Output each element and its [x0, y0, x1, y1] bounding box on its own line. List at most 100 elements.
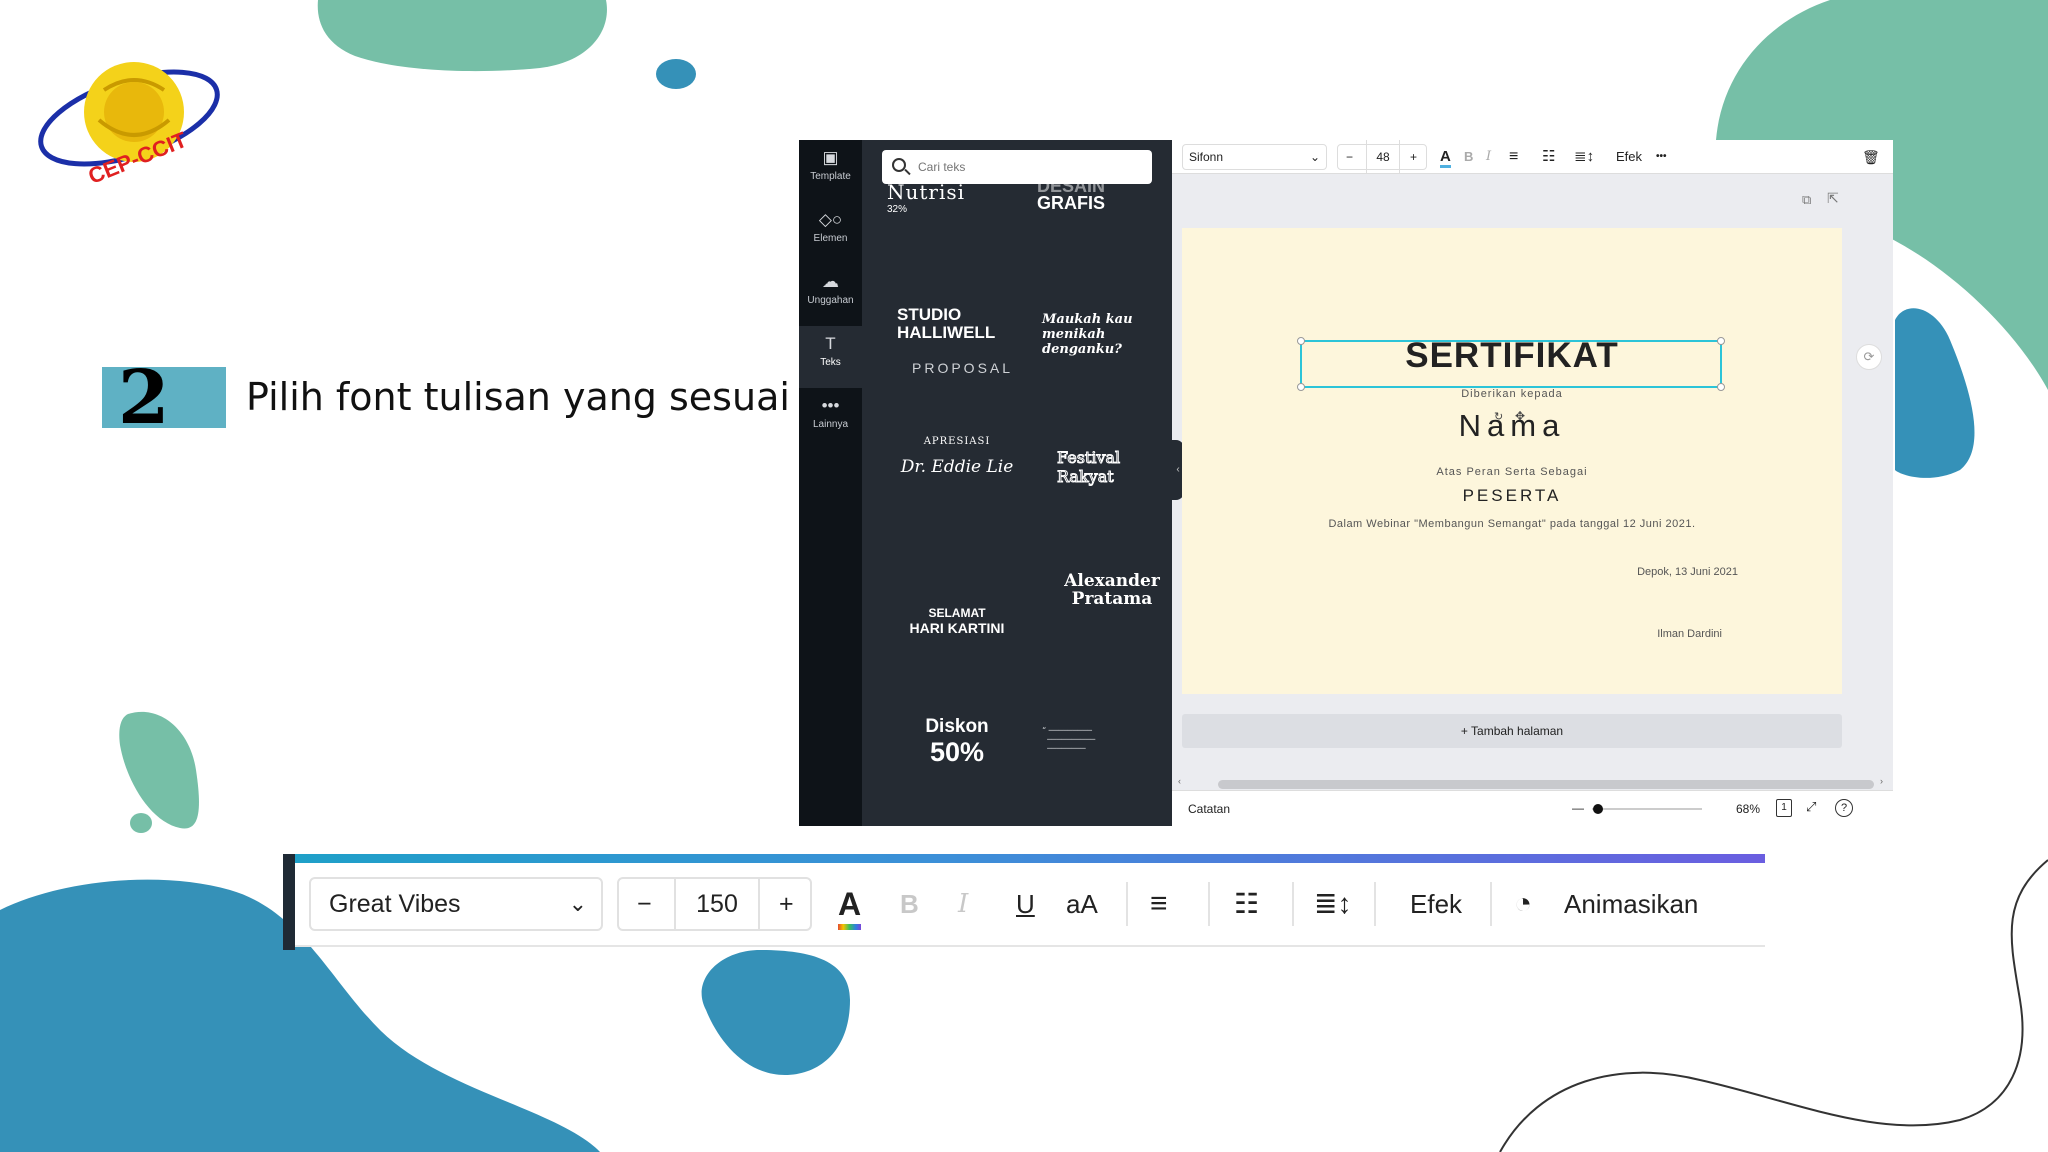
- text-panel: Nutrisi 32% DESAIN GRAFIS STUDIO HALLIWE…: [862, 140, 1172, 826]
- zoom-slider-knob[interactable]: [1593, 804, 1603, 814]
- horizontal-scrollbar[interactable]: [1218, 780, 1874, 789]
- resize-handle[interactable]: [1717, 383, 1725, 391]
- tile-subtitle: Dr. Eddie Lie: [900, 457, 1014, 477]
- text-template-kartini[interactable]: SELAMAT HARI KARTINI: [887, 606, 1027, 636]
- tile-subtitle: 32%: [887, 204, 908, 215]
- tile-subtitle: Pratama: [1071, 589, 1153, 609]
- cloud-upload-icon: ☁: [822, 272, 839, 291]
- teal-dot-left: [130, 813, 152, 833]
- zoom-minus-icon[interactable]: —: [1572, 801, 1584, 815]
- zoom-increase-size-button[interactable]: +: [779, 879, 794, 929]
- search-input[interactable]: [918, 156, 1138, 178]
- decrease-size-button[interactable]: −: [1346, 140, 1353, 174]
- scroll-right-icon[interactable]: ›: [1880, 776, 1883, 786]
- text-template-nutrisi[interactable]: Nutrisi 32%: [887, 180, 1027, 215]
- zoom-effects-button[interactable]: Efek: [1410, 877, 1462, 931]
- toolbar-divider: [1490, 882, 1492, 926]
- move-icon[interactable]: ✥: [1515, 409, 1525, 423]
- zoom-text-color-button[interactable]: A: [838, 877, 862, 931]
- resize-handle[interactable]: [1297, 383, 1305, 391]
- text-template-studio[interactable]: STUDIO HALLIWELL PROPOSAL: [897, 306, 1037, 377]
- zoom-decrease-size-button[interactable]: −: [637, 879, 652, 929]
- help-button[interactable]: ?: [1835, 799, 1853, 817]
- rail-label: Teks: [820, 357, 841, 368]
- rail-item-teks[interactable]: T Teks: [799, 326, 862, 388]
- zoom-slider[interactable]: [1592, 808, 1702, 810]
- increase-size-button[interactable]: +: [1410, 140, 1417, 174]
- italic-button[interactable]: I: [1486, 140, 1491, 174]
- rail-item-lainnya[interactable]: ••• Lainnya: [799, 388, 862, 450]
- more-options-button[interactable]: •••: [1656, 140, 1667, 174]
- search-bar[interactable]: [882, 150, 1152, 184]
- rotate-icon[interactable]: ↻: [1494, 410, 1503, 423]
- zoom-font-size-stepper[interactable]: − 150 +: [617, 877, 812, 931]
- spacing-icon[interactable]: ≣↕: [1314, 877, 1351, 931]
- zoom-case-button[interactable]: aA: [1066, 877, 1098, 931]
- text-template-apresiasi[interactable]: APRESIASI Dr. Eddie Lie: [887, 436, 1027, 477]
- page-count-button[interactable]: 1: [1776, 799, 1792, 817]
- small-blue-dot: [656, 59, 696, 89]
- certificate-page[interactable]: SERTIFIKAT Diberikan kepada Nama Atas Pe…: [1182, 228, 1842, 694]
- rail-item-unggahan[interactable]: ☁ Unggahan: [799, 264, 862, 326]
- text-template-diskon[interactable]: Diskon 50%: [887, 716, 1027, 766]
- list-icon[interactable]: ☷: [1234, 877, 1259, 931]
- recipient-name[interactable]: Nama: [1182, 408, 1842, 444]
- effects-button[interactable]: Efek: [1616, 140, 1642, 174]
- zoom-font-size-value[interactable]: 150: [674, 879, 760, 929]
- align-center-icon[interactable]: ≡: [1509, 140, 1518, 174]
- design-area: Sifonn ⌄ − 48 + A B I ≡ ☷ ≣↕ Efek ••• 🗑 …: [1172, 140, 1893, 826]
- text-template-festival[interactable]: Festival Rakyat: [1057, 448, 1172, 487]
- zoom-bold-button[interactable]: B: [900, 877, 919, 931]
- text-color-button[interactable]: A: [1440, 140, 1451, 174]
- font-size-stepper[interactable]: − 48 +: [1337, 140, 1427, 174]
- text-color-icon: A: [838, 884, 862, 930]
- given-to-label: Diberikan kepada: [1461, 388, 1563, 400]
- font-size-value[interactable]: 48: [1366, 140, 1400, 174]
- signer-name: Ilman Dardini: [1657, 628, 1722, 640]
- notes-button[interactable]: Catatan: [1188, 802, 1230, 816]
- tile-title: Diskon: [925, 716, 989, 737]
- add-page-button[interactable]: + Tambah halaman: [1182, 714, 1842, 748]
- tile-caption: PROPOSAL: [912, 360, 1014, 376]
- trash-icon[interactable]: 🗑: [1862, 140, 1880, 174]
- tile-quote-lines: “ ───────── ────────── ────────: [1042, 726, 1096, 753]
- resize-handle[interactable]: [1297, 337, 1305, 345]
- text-color-icon: A: [1440, 148, 1451, 168]
- zoom-italic-button[interactable]: I: [958, 877, 968, 931]
- chevron-down-icon: ⌄: [1309, 150, 1320, 164]
- bold-button[interactable]: B: [1464, 140, 1473, 174]
- tile-title: SELAMAT: [928, 606, 986, 620]
- text-template-quote[interactable]: “ ───────── ────────── ────────: [1042, 726, 1172, 753]
- resize-handle[interactable]: [1717, 337, 1725, 345]
- zoom-font-dropdown[interactable]: Great Vibes ⌄: [309, 877, 603, 931]
- zoom-underline-button[interactable]: U: [1016, 877, 1035, 931]
- fullscreen-icon[interactable]: ⤢: [1806, 799, 1816, 815]
- duplicate-page-icon[interactable]: ⧉: [1802, 192, 1811, 208]
- role-intro-label: Atas Peran Serta Sebagai: [1436, 466, 1588, 478]
- selection-box[interactable]: [1297, 337, 1725, 391]
- rail-label: Unggahan: [807, 295, 854, 306]
- add-page-icon[interactable]: ⇱: [1827, 190, 1839, 207]
- side-rail: ▣ Template ◇○ Elemen ☁ Unggahan T Teks •…: [799, 140, 862, 826]
- animate-icon[interactable]: ◔: [1514, 877, 1532, 931]
- font-dropdown[interactable]: Sifonn ⌄: [1182, 144, 1327, 170]
- spacing-icon[interactable]: ≣↕: [1574, 140, 1594, 174]
- tile-subtitle: menikah denganku?: [1042, 327, 1122, 357]
- scroll-left-icon[interactable]: ‹: [1178, 776, 1181, 786]
- shapes-icon: ◇○: [818, 210, 843, 229]
- tile-subtitle: Rakyat: [1057, 467, 1115, 487]
- text-template-maukah[interactable]: Maukah kau menikah denganku?: [1042, 312, 1172, 357]
- zoom-value[interactable]: 68%: [1736, 802, 1760, 816]
- align-center-icon[interactable]: ≡: [1150, 877, 1168, 931]
- zoom-animate-button[interactable]: Animasikan: [1564, 877, 1698, 931]
- rail-label: Template: [810, 171, 851, 182]
- teal-drop-left: [119, 711, 199, 829]
- rail-label: Lainnya: [812, 419, 849, 430]
- text-template-alexander[interactable]: Alexander Pratama: [1042, 572, 1172, 608]
- rail-item-template[interactable]: ▣ Template: [799, 140, 862, 202]
- tile-title: Maukah kau: [1042, 312, 1133, 327]
- refresh-icon[interactable]: ⟳: [1856, 344, 1882, 370]
- list-icon[interactable]: ☷: [1542, 140, 1555, 174]
- rail-item-elemen[interactable]: ◇○ Elemen: [799, 202, 862, 264]
- tile-title: Alexander: [1064, 571, 1160, 591]
